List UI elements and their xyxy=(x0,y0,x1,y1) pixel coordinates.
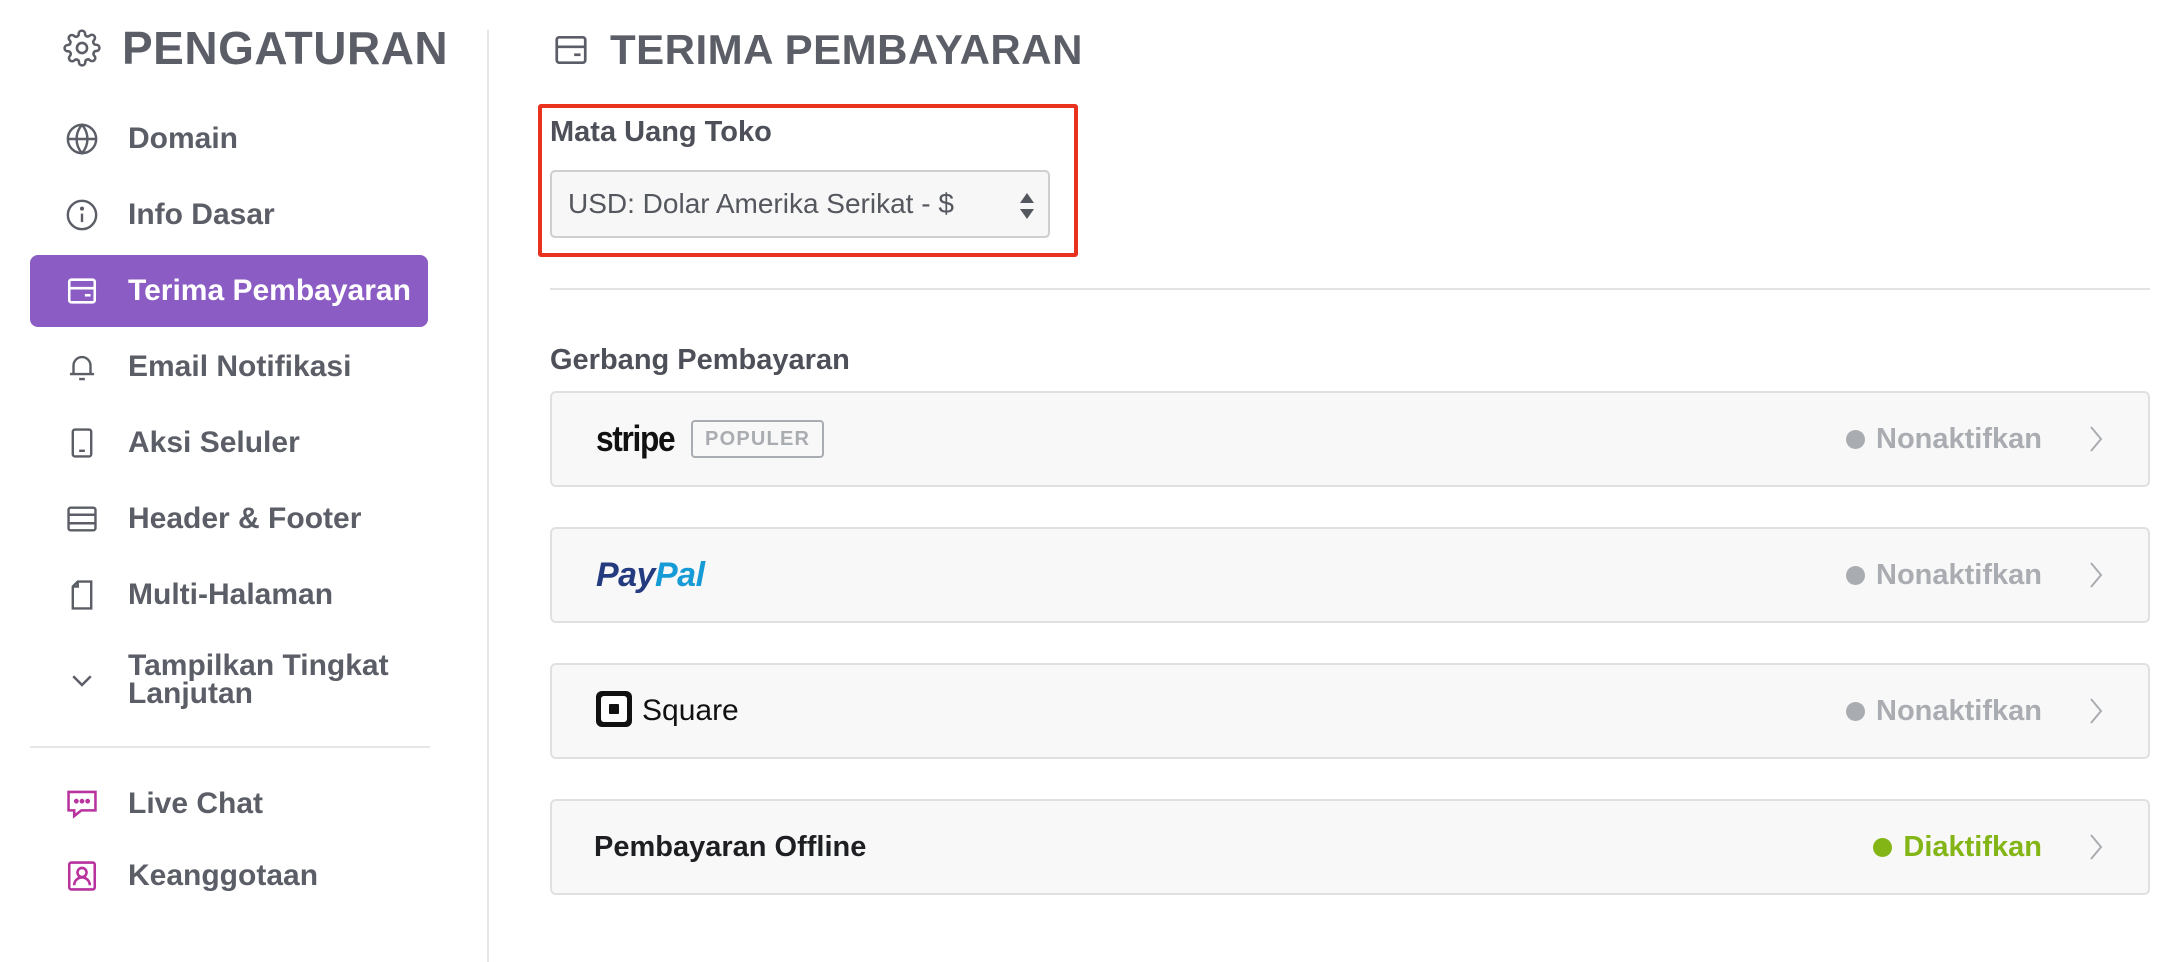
status-text: Diaktifkan xyxy=(1903,830,2042,863)
sidebar-title-text: PENGATURAN xyxy=(122,22,449,74)
sidebar-item-label: Domain xyxy=(128,122,239,155)
chevron-right-icon xyxy=(2088,832,2104,862)
page-title: TERIMA PEMBAYARAN xyxy=(550,20,1083,80)
payment-card-icon xyxy=(550,29,592,71)
page-title-text: TERIMA PEMBAYARAN xyxy=(610,26,1083,73)
square-logo-text: Square xyxy=(642,694,739,727)
mobile-icon xyxy=(64,425,100,461)
chat-icon xyxy=(64,786,100,822)
section-divider xyxy=(550,288,2150,290)
sidebar-item-live-chat[interactable]: Live Chat xyxy=(30,768,428,840)
chevron-right-icon xyxy=(2088,696,2104,726)
status-dot-icon xyxy=(1846,701,1866,721)
sidebar-item-label: Tampilkan Tingkat Lanjutan xyxy=(128,649,389,710)
gateway-row-offline[interactable]: Pembayaran Offline Diaktifkan xyxy=(550,799,2150,895)
label-line-1: Tampilkan Tingkat xyxy=(128,649,389,682)
sidebar-item-keanggotaan[interactable]: Keanggotaan xyxy=(30,840,428,912)
settings-sidebar: PENGATURAN Domain Info Dasar Terima Pemb… xyxy=(0,0,488,962)
sidebar-title: PENGATURAN xyxy=(60,18,448,78)
label-line-2: Lanjutan xyxy=(128,677,253,710)
sidebar-item-info-dasar[interactable]: Info Dasar xyxy=(30,179,428,251)
sidebar-item-label: Aksi Seluler xyxy=(128,426,300,459)
header-footer-icon xyxy=(64,501,100,537)
pages-icon xyxy=(64,577,100,613)
gateway-row-square[interactable]: Square Nonaktifkan xyxy=(550,663,2150,759)
info-icon xyxy=(64,197,100,233)
select-arrows-icon xyxy=(1018,190,1036,222)
gear-icon xyxy=(60,26,104,70)
offline-brand: Pembayaran Offline xyxy=(594,801,867,893)
sidebar-item-label: Multi-Halaman xyxy=(128,578,334,611)
sidebar-item-show-advanced[interactable]: Tampilkan Tingkat Lanjutan xyxy=(30,642,428,718)
sidebar-item-multi-halaman[interactable]: Multi-Halaman xyxy=(30,559,428,631)
status-dot-icon xyxy=(1873,837,1893,857)
membership-icon xyxy=(64,858,100,894)
chevron-right-icon xyxy=(2088,424,2104,454)
sidebar-item-label: Info Dasar xyxy=(128,198,275,231)
status-dot-icon xyxy=(1846,565,1866,585)
currency-label: Mata Uang Toko xyxy=(550,116,772,148)
sidebar-item-email-notifikasi[interactable]: Email Notifikasi xyxy=(30,331,428,403)
square-logo-icon xyxy=(596,690,632,732)
gateway-row-stripe[interactable]: stripe POPULER Nonaktifkan xyxy=(550,391,2150,487)
paypal-logo-part2: Pal xyxy=(655,555,705,594)
sidebar-item-label: Terima Pembayaran xyxy=(128,274,411,307)
status-badge: Nonaktifkan xyxy=(1846,529,2042,621)
stripe-brand: stripe POPULER xyxy=(596,393,825,485)
offline-payment-label: Pembayaran Offline xyxy=(594,830,867,863)
payment-card-icon xyxy=(64,273,100,309)
sidebar-divider xyxy=(30,746,430,748)
gateway-row-paypal[interactable]: PayPal Nonaktifkan xyxy=(550,527,2150,623)
paypal-logo: PayPal xyxy=(596,556,705,595)
sidebar-item-label: Header & Footer xyxy=(128,502,362,535)
main-content: TERIMA PEMBAYARAN Mata Uang Toko USD: Do… xyxy=(538,0,2150,962)
chevron-right-icon xyxy=(2088,560,2104,590)
status-text: Nonaktifkan xyxy=(1876,422,2042,455)
sidebar-item-aksi-seluler[interactable]: Aksi Seluler xyxy=(30,407,428,479)
status-badge: Nonaktifkan xyxy=(1846,665,2042,757)
status-badge: Diaktifkan xyxy=(1873,801,2042,893)
sidebar-item-header-footer[interactable]: Header & Footer xyxy=(30,483,428,555)
sidebar-item-label: Email Notifikasi xyxy=(128,350,352,383)
square-brand: Square xyxy=(596,665,739,757)
globe-icon xyxy=(64,121,100,157)
sidebar-vertical-divider xyxy=(487,30,489,962)
paypal-brand: PayPal xyxy=(596,529,705,621)
status-text: Nonaktifkan xyxy=(1876,694,2042,727)
status-dot-icon xyxy=(1846,429,1866,449)
bell-icon xyxy=(64,349,100,385)
gateways-label: Gerbang Pembayaran xyxy=(550,344,850,376)
currency-select-value: USD: Dolar Amerika Serikat - $ xyxy=(568,188,954,219)
sidebar-item-terima-pembayaran[interactable]: Terima Pembayaran xyxy=(30,255,428,327)
sidebar-item-domain[interactable]: Domain xyxy=(30,103,428,175)
paypal-logo-part1: Pay xyxy=(596,555,656,594)
currency-select[interactable]: USD: Dolar Amerika Serikat - $ xyxy=(550,170,1050,238)
popular-badge: POPULER xyxy=(691,420,825,458)
stripe-logo: stripe xyxy=(596,418,676,459)
chevron-down-icon xyxy=(64,662,100,698)
sidebar-item-label: Live Chat xyxy=(128,787,264,820)
status-badge: Nonaktifkan xyxy=(1846,393,2042,485)
sidebar-item-label: Keanggotaan xyxy=(128,859,319,892)
status-text: Nonaktifkan xyxy=(1876,558,2042,591)
